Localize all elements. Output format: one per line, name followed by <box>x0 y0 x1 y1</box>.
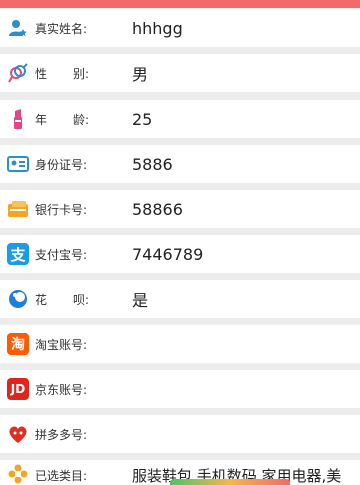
label-huabei-char-1: 花 <box>35 292 48 307</box>
label-jd: 京东账号: <box>35 382 88 397</box>
label-age: 年 龄: <box>35 111 89 128</box>
row-jd: JD 京东账号: <box>0 370 360 408</box>
id-card-icon <box>7 153 29 175</box>
row-alipay: 支 支付宝号: 7446789 <box>0 235 360 273</box>
label-huabei-char-2: 呗: <box>73 292 90 307</box>
row-real-name: 真实姓名: hhhgg <box>0 9 360 47</box>
value-age: 25 <box>132 109 153 129</box>
value-huabei: 是 <box>132 291 149 310</box>
row-huabei: 花 呗: 是 <box>0 280 360 318</box>
user-icon <box>7 17 29 39</box>
top-bar <box>0 0 360 8</box>
label-selected-categories: 已选类目: <box>35 469 88 483</box>
flower-icon <box>7 463 29 485</box>
alipay-icon: 支 <box>7 243 29 265</box>
label-gender-char-1: 性 <box>35 66 48 81</box>
value-real-name: hhhgg <box>132 18 183 38</box>
huabei-icon <box>7 288 29 310</box>
row-gender: 性 别: 男 <box>0 54 360 92</box>
label-age-char-2: 龄: <box>73 112 90 127</box>
lipstick-icon <box>7 108 29 130</box>
label-id-number: 身份证号: <box>35 157 88 172</box>
row-selected-categories: 已选类目: 服装鞋包,手机数码,家用电器,美 <box>0 460 360 485</box>
label-age-char-1: 年 <box>35 112 48 127</box>
row-age: 年 龄: 25 <box>0 100 360 138</box>
label-gender-char-2: 别: <box>73 66 90 81</box>
value-id-number: 5886 <box>132 154 173 174</box>
value-bank-card: 58866 <box>132 199 183 219</box>
row-id-number: 身份证号: 5886 <box>0 145 360 183</box>
row-pinduoduo: 拼多多号: <box>0 415 360 453</box>
bottom-overlay <box>170 479 290 485</box>
jd-icon: JD <box>7 378 29 400</box>
label-bank-card: 银行卡号: <box>35 202 88 217</box>
row-taobao: 淘 淘宝账号: <box>0 325 360 363</box>
bank-card-icon <box>7 198 29 220</box>
label-huabei: 花 呗: <box>35 291 89 308</box>
pinduoduo-icon <box>7 423 29 445</box>
row-bank-card: 银行卡号: 58866 <box>0 190 360 228</box>
label-gender: 性 别: <box>35 65 89 82</box>
taobao-icon: 淘 <box>7 333 29 355</box>
label-pinduoduo: 拼多多号: <box>35 427 88 442</box>
label-real-name: 真实姓名: <box>35 21 88 36</box>
value-gender: 男 <box>132 65 149 84</box>
label-taobao: 淘宝账号: <box>35 337 88 352</box>
gender-icon <box>7 62 29 84</box>
value-alipay: 7446789 <box>132 244 204 264</box>
label-alipay: 支付宝号: <box>35 247 88 262</box>
